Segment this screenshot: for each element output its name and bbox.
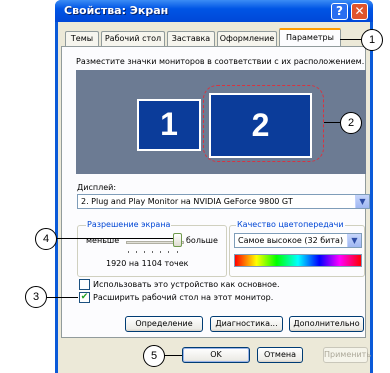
color-quality-value: Самое высокое (32 бита) bbox=[238, 236, 344, 245]
extend-desktop-checkbox[interactable]: ✔ bbox=[79, 292, 90, 303]
primary-device-checkbox[interactable] bbox=[79, 279, 90, 290]
slider-tick bbox=[152, 251, 153, 253]
chevron-down-icon[interactable]: ▼ bbox=[347, 234, 361, 247]
slider-tick bbox=[136, 251, 137, 253]
identify-button[interactable]: Определение bbox=[125, 316, 203, 332]
display-select[interactable]: 2. Plug and Play Monitor на NVIDIA GeFor… bbox=[77, 194, 370, 209]
slider-tick bbox=[160, 251, 161, 253]
color-quality-select[interactable]: Самое высокое (32 бита) ▼ bbox=[234, 233, 362, 248]
callout-1-leader bbox=[340, 39, 361, 40]
callout-2: 2 bbox=[340, 112, 362, 134]
title-bar[interactable]: Свойства: Экран ? ✕ bbox=[55, 0, 373, 22]
color-palette-preview bbox=[234, 254, 362, 267]
callout-5: 5 bbox=[143, 345, 165, 367]
display-value: 2. Plug and Play Monitor на NVIDIA GeFor… bbox=[81, 197, 293, 206]
primary-device-label: Использовать это устройство как основное… bbox=[93, 280, 280, 289]
advanced-button[interactable]: Дополнительно bbox=[289, 316, 364, 332]
tab-settings[interactable]: Параметры bbox=[279, 28, 341, 47]
resolution-label: Разрешение экрана bbox=[86, 220, 172, 229]
monitor-2-highlight bbox=[203, 85, 324, 162]
resolution-slider-thumb[interactable] bbox=[173, 233, 182, 247]
chevron-down-icon[interactable]: ▼ bbox=[355, 195, 369, 208]
apply-button[interactable]: Применить bbox=[323, 347, 371, 363]
callout-3-leader bbox=[47, 297, 78, 298]
cancel-button[interactable]: Отмена bbox=[257, 347, 303, 363]
slider-tick bbox=[128, 251, 129, 253]
tab-screensaver[interactable]: Заставка bbox=[167, 31, 215, 46]
display-label: Дисплей: bbox=[77, 183, 117, 192]
tab-desktop[interactable]: Рабочий стол bbox=[101, 31, 165, 46]
help-button[interactable]: ? bbox=[331, 3, 348, 20]
tab-appearance[interactable]: Оформление bbox=[217, 31, 277, 46]
tab-themes[interactable]: Темы bbox=[65, 31, 99, 46]
callout-4: 4 bbox=[35, 228, 57, 250]
extend-desktop-label: Расширить рабочий стол на этот монитор. bbox=[93, 293, 274, 302]
window-title: Свойства: Экран bbox=[64, 4, 169, 17]
troubleshoot-button[interactable]: Диагностика... bbox=[210, 316, 283, 332]
color-spectrum-icon bbox=[235, 255, 361, 266]
callout-3: 3 bbox=[25, 286, 47, 308]
callout-1: 1 bbox=[361, 29, 383, 51]
resolution-more-label: больше bbox=[186, 236, 218, 245]
resolution-value: 1920 на 1104 точек bbox=[106, 259, 189, 268]
callout-4-leader bbox=[57, 238, 173, 239]
color-quality-label: Качество цветопередачи bbox=[236, 220, 345, 229]
slider-tick bbox=[144, 251, 145, 253]
slider-tick bbox=[177, 251, 178, 253]
close-button[interactable]: ✕ bbox=[351, 3, 368, 20]
monitor-1-icon[interactable]: 1 bbox=[137, 99, 201, 151]
callout-5-leader bbox=[164, 355, 182, 356]
monitor-instruction: Разместите значки мониторов в соответств… bbox=[76, 57, 365, 66]
ok-button[interactable]: OK bbox=[182, 347, 250, 363]
callout-2-leader bbox=[324, 122, 340, 123]
slider-tick bbox=[168, 251, 169, 253]
